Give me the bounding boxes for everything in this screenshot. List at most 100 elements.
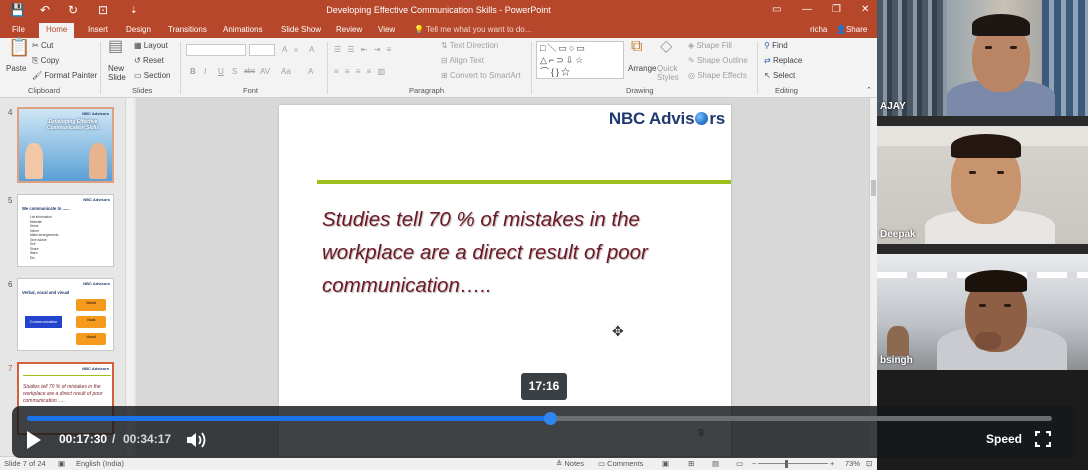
zoom-slider[interactable] [758,463,828,464]
slide-sorter-icon[interactable]: ⊞ [688,459,694,468]
user-name[interactable]: richa [810,24,827,36]
shape-effects-button[interactable]: ◎ Shape Effects [688,71,747,81]
minimize-button[interactable]: — [802,4,812,15]
tab-animations[interactable]: Animations [223,24,263,36]
list-buttons[interactable]: ☰ ☰ ⇤ ⇥ ≡ [334,45,393,55]
notes-button[interactable]: ≜ Notes [556,459,584,468]
slideshow-view-icon[interactable]: ▭ [736,459,743,468]
convert-smartart-label: Convert to SmartArt [449,71,521,80]
zoom-slider-handle[interactable] [785,460,788,468]
shapes-gallery[interactable]: □＼▭○▭ △⌐⊃⇩☆ ⌒{}☆ [536,41,624,79]
convert-smartart-button[interactable]: ⊞ Convert to SmartArt [441,71,521,81]
tab-file[interactable]: File [12,24,25,36]
thumbnail-box: Vocal [76,316,106,328]
char-spacing-button[interactable]: AV [260,67,270,77]
strikethrough-button[interactable]: abc [244,67,255,77]
tab-transitions[interactable]: Transitions [168,24,207,36]
volume-icon[interactable] [186,431,208,449]
clear-format-button[interactable]: A [309,45,314,55]
restore-button[interactable]: ❐ [832,4,841,15]
reading-view-icon[interactable]: ▤ [712,459,719,468]
text-direction-button[interactable]: ⇅ Text Direction [441,41,498,51]
thumbnail-logo: NBC Advisors [82,366,109,371]
divider [100,42,101,94]
share-button[interactable]: 👤Share [836,24,867,36]
slides-group-label: Slides [132,86,153,95]
seek-bar[interactable] [27,412,1052,425]
tab-slide-show[interactable]: Slide Show [281,24,321,36]
paste-button[interactable]: Paste [6,64,26,74]
language-status[interactable]: English (India) [76,459,124,468]
change-case-button[interactable]: Aa [281,67,291,77]
reset-button[interactable]: ↺ Reset [134,56,164,66]
layout-button[interactable]: ▦ Layout [134,41,168,51]
fit-slide-icon[interactable]: ⊡ [866,459,872,468]
cut-button[interactable]: ✂ Cut [32,41,53,51]
paste-icon[interactable]: 📋 [8,38,30,56]
seek-handle[interactable] [543,412,557,425]
bold-button[interactable]: B [190,67,196,77]
zoom-out-button[interactable]: − [752,459,756,468]
collapse-ribbon-icon[interactable]: ⌃ [866,86,872,96]
align-buttons[interactable]: ≡ ≡ ≡ ≡ ▥ [334,67,387,77]
new-slide-icon[interactable]: ▤ [108,39,123,55]
arrange-button[interactable]: Arrange [628,64,656,74]
zoom-level[interactable]: 73% [845,459,860,468]
format-painter-button[interactable]: 🖌 Format Painter [32,71,97,81]
comments-button[interactable]: ▭ Comments [598,459,643,468]
reset-icon: ↺ [134,56,143,65]
divider [180,42,181,94]
slide-thumbnail-5[interactable]: NBC Advisors We communicate to ...... Li… [17,194,114,267]
proofing-icon[interactable]: ▣ [58,459,65,468]
tab-design[interactable]: Design [126,24,151,36]
thumbnail-person [25,143,43,179]
nbc-advisors-logo: NBC Advis rs [609,109,725,129]
thumbnails-scrollbar[interactable] [125,98,134,456]
new-slide-button[interactable]: New Slide [108,64,134,82]
copy-button[interactable]: ⎘ Copy [32,56,59,66]
shrink-font-button[interactable]: A [294,46,298,56]
font-color-button[interactable]: A [308,67,313,77]
font-size-select[interactable] [249,44,275,56]
align-text-button[interactable]: ⊟ Align Text [441,56,484,66]
slide-thumbnail-6[interactable]: NBC Advisors Verbal, vocal and visual Co… [17,278,114,351]
zoom-in-button[interactable]: + [830,459,834,468]
shadow-button[interactable]: S [232,67,237,77]
canvas-scrollbar[interactable] [869,98,877,456]
close-button[interactable]: ✕ [861,4,869,15]
quick-styles-button[interactable]: Quick Styles [657,64,685,82]
ribbon-display-icon[interactable]: ▭ [772,4,781,15]
italic-button[interactable]: I [204,67,206,77]
tab-review[interactable]: Review [336,24,362,36]
quick-styles-icon[interactable]: ◇ [660,39,672,55]
shape-outline-button[interactable]: ✎ Shape Outline [688,56,748,66]
participant-tile-deepak[interactable]: Deepak [877,126,1088,244]
replace-button[interactable]: ⇄ Replace [764,56,802,66]
slide-thumbnail-4[interactable]: NBC Advisors Developing Effective Commun… [17,107,114,183]
arrange-icon[interactable]: ⧉ [631,39,642,55]
tab-view[interactable]: View [378,24,395,36]
section-button[interactable]: ▭ Section [134,71,170,81]
grow-font-button[interactable]: A [282,45,287,55]
select-button[interactable]: ↖ Select [764,71,795,81]
speed-button[interactable]: Speed [986,432,1022,446]
find-button[interactable]: ⚲ Find [764,41,788,51]
tab-home[interactable]: Home [39,23,75,38]
font-family-select[interactable] [186,44,246,56]
participant-tile-bsingh[interactable]: bsingh [877,254,1088,370]
thumbnail-bullet: Sell [30,242,36,246]
fullscreen-icon[interactable] [1035,431,1051,447]
shape-fill-button[interactable]: ◈ Shape Fill [688,41,732,51]
normal-view-icon[interactable]: ▣ [662,459,669,468]
participant-eye [979,304,986,307]
total-time: 00:34:17 [123,432,172,446]
play-icon[interactable] [27,431,41,449]
current-slide[interactable]: NBC Advis rs Studies tell 70 % of mistake… [279,105,731,457]
tab-insert[interactable]: Insert [88,24,108,36]
scrollbar-thumb[interactable] [871,180,876,196]
thumbnail-bullet: Etc. [30,255,36,260]
tell-me-box[interactable]: Tell me what you want to do... [426,24,531,36]
slide-quote[interactable]: Studies tell 70 % of mistakes in the wor… [322,203,722,302]
participant-tile-ajay[interactable]: AJAY [877,0,1088,116]
underline-button[interactable]: U [218,67,224,77]
